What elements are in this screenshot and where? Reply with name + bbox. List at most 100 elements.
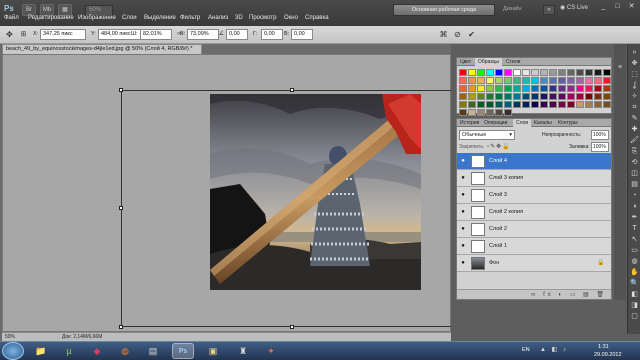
swatch[interactable] [495,69,503,76]
start-button[interactable] [2,342,24,360]
game-taskbar-icon[interactable]: ♜ [232,343,254,359]
eyedropper-tool-icon[interactable]: ✎ [629,114,640,124]
pen-tool-icon[interactable]: ✒ [629,213,640,223]
tab-color[interactable]: Цвет [457,58,474,66]
vertical-skew-field[interactable]: 0,00 [291,29,313,40]
gradient-tool-icon[interactable]: ▤ [629,180,640,190]
swatch[interactable] [486,93,494,100]
swatch[interactable] [567,77,575,84]
swatch[interactable] [540,77,548,84]
layer-row[interactable]: ● Слой 4 [457,153,611,170]
lock-icons[interactable]: ▫✎✥🔒 [487,143,511,150]
collapse-icon[interactable]: » [629,48,640,58]
swatch[interactable] [594,93,602,100]
angle-field[interactable]: 0,00 [226,29,248,40]
move-tool-icon[interactable]: ✥ [629,59,640,69]
eye-icon[interactable]: ● [459,192,467,199]
tab-layers[interactable]: Слои [513,119,532,127]
design-workspace-link[interactable]: Дизайн [503,6,522,12]
warp-icon[interactable]: ⌘ [438,29,449,40]
swatch[interactable] [477,77,485,84]
shape-tool-icon[interactable]: ▭ [629,246,640,256]
menu-item[interactable]: Редактирование [28,15,74,21]
swatch[interactable] [513,77,521,84]
swatch[interactable] [585,69,593,76]
transform-handle-bottom[interactable] [290,325,294,329]
swatch[interactable] [594,101,602,108]
swatch[interactable] [576,93,584,100]
swatch[interactable] [540,85,548,92]
swatch[interactable] [477,69,485,76]
layer-row[interactable]: ● Слой 3 копия [457,170,611,187]
eye-icon[interactable]: ● [459,226,467,233]
quick-mask-icon[interactable]: ◨ [629,301,640,311]
swatch[interactable] [576,85,584,92]
tab-paths[interactable]: Контуры [555,119,581,127]
tab-swatches[interactable]: Образцы [475,58,503,66]
swatch[interactable] [594,85,602,92]
eraser-tool-icon[interactable]: ◫ [629,169,640,179]
screen-mode-icon[interactable]: ▢ [629,312,640,322]
horizontal-skew-field[interactable]: 0,00 [261,29,283,40]
3d-rotate-icon[interactable]: ◍ [629,257,640,267]
clone-tool-icon[interactable]: ⎘ [629,147,640,157]
swatch[interactable] [495,77,503,84]
swatch[interactable] [504,77,512,84]
swatch[interactable] [477,85,485,92]
firefox-taskbar-icon[interactable]: ◍ [114,343,136,359]
swatch[interactable] [477,109,485,116]
swatch[interactable] [522,77,530,84]
status-zoom[interactable]: 50% [5,333,15,341]
swatch[interactable] [522,69,530,76]
swatch[interactable] [567,85,575,92]
swatch[interactable] [513,101,521,108]
commit-icon[interactable]: ✔ [466,29,477,40]
swatch[interactable] [504,85,512,92]
swatch[interactable] [504,69,512,76]
zoom-tool-icon[interactable]: 🔍 [629,279,640,289]
swatch[interactable] [558,101,566,108]
swatch[interactable] [603,69,611,76]
swatch[interactable] [540,69,548,76]
swatch[interactable] [468,109,476,116]
layer-row[interactable]: ● Слой 1 [457,238,611,255]
swatch[interactable] [549,93,557,100]
swatch[interactable] [522,93,530,100]
swatch[interactable] [603,101,611,108]
menu-item[interactable]: Фильтр [180,15,200,21]
x-field[interactable]: 347,25 пикс [40,29,86,40]
swatch[interactable] [486,85,494,92]
folder-taskbar-icon[interactable]: ▤ [142,343,164,359]
workspace-button[interactable]: Основная рабочая среда [393,4,495,16]
eye-icon[interactable]: ● [459,260,467,267]
swatch[interactable] [459,109,467,116]
width-field[interactable]: 82,01% [140,29,172,40]
more-workspaces-icon[interactable]: » [543,5,555,15]
document-tab[interactable]: beach_49_by_equinoxstockimages-d4jie1ed.… [2,44,202,54]
swatch[interactable] [567,101,575,108]
swatch[interactable] [468,93,476,100]
transform-handle-top[interactable] [290,88,294,92]
transform-handle-left[interactable] [119,206,123,210]
swatch[interactable] [585,85,593,92]
lasso-tool-icon[interactable]: ʆ [629,81,640,91]
swatch[interactable] [531,77,539,84]
eye-icon[interactable]: ● [459,175,467,182]
layers-footer-icons[interactable]: ∞ fx ◐ ▭ ▤ 🗑 [457,289,611,299]
healing-tool-icon[interactable]: ✚ [629,125,640,135]
cancel-icon[interactable]: ⊘ [452,29,463,40]
swatch[interactable] [549,85,557,92]
swatch[interactable] [495,93,503,100]
cs-live-button[interactable]: ◉ CS Live [560,4,588,11]
color-swatches-icon[interactable]: ◧ [629,290,640,300]
dodge-tool-icon[interactable]: ◑ [629,202,640,212]
quick-select-tool-icon[interactable]: ✧ [629,92,640,102]
swatch[interactable] [540,93,548,100]
transform-bounding-box[interactable] [121,90,463,327]
swatch[interactable] [558,93,566,100]
swatch[interactable] [459,93,467,100]
swatch[interactable] [585,93,593,100]
swatch[interactable] [549,77,557,84]
tab-styles[interactable]: Стили [503,58,523,66]
eye-icon[interactable]: ● [459,209,467,216]
